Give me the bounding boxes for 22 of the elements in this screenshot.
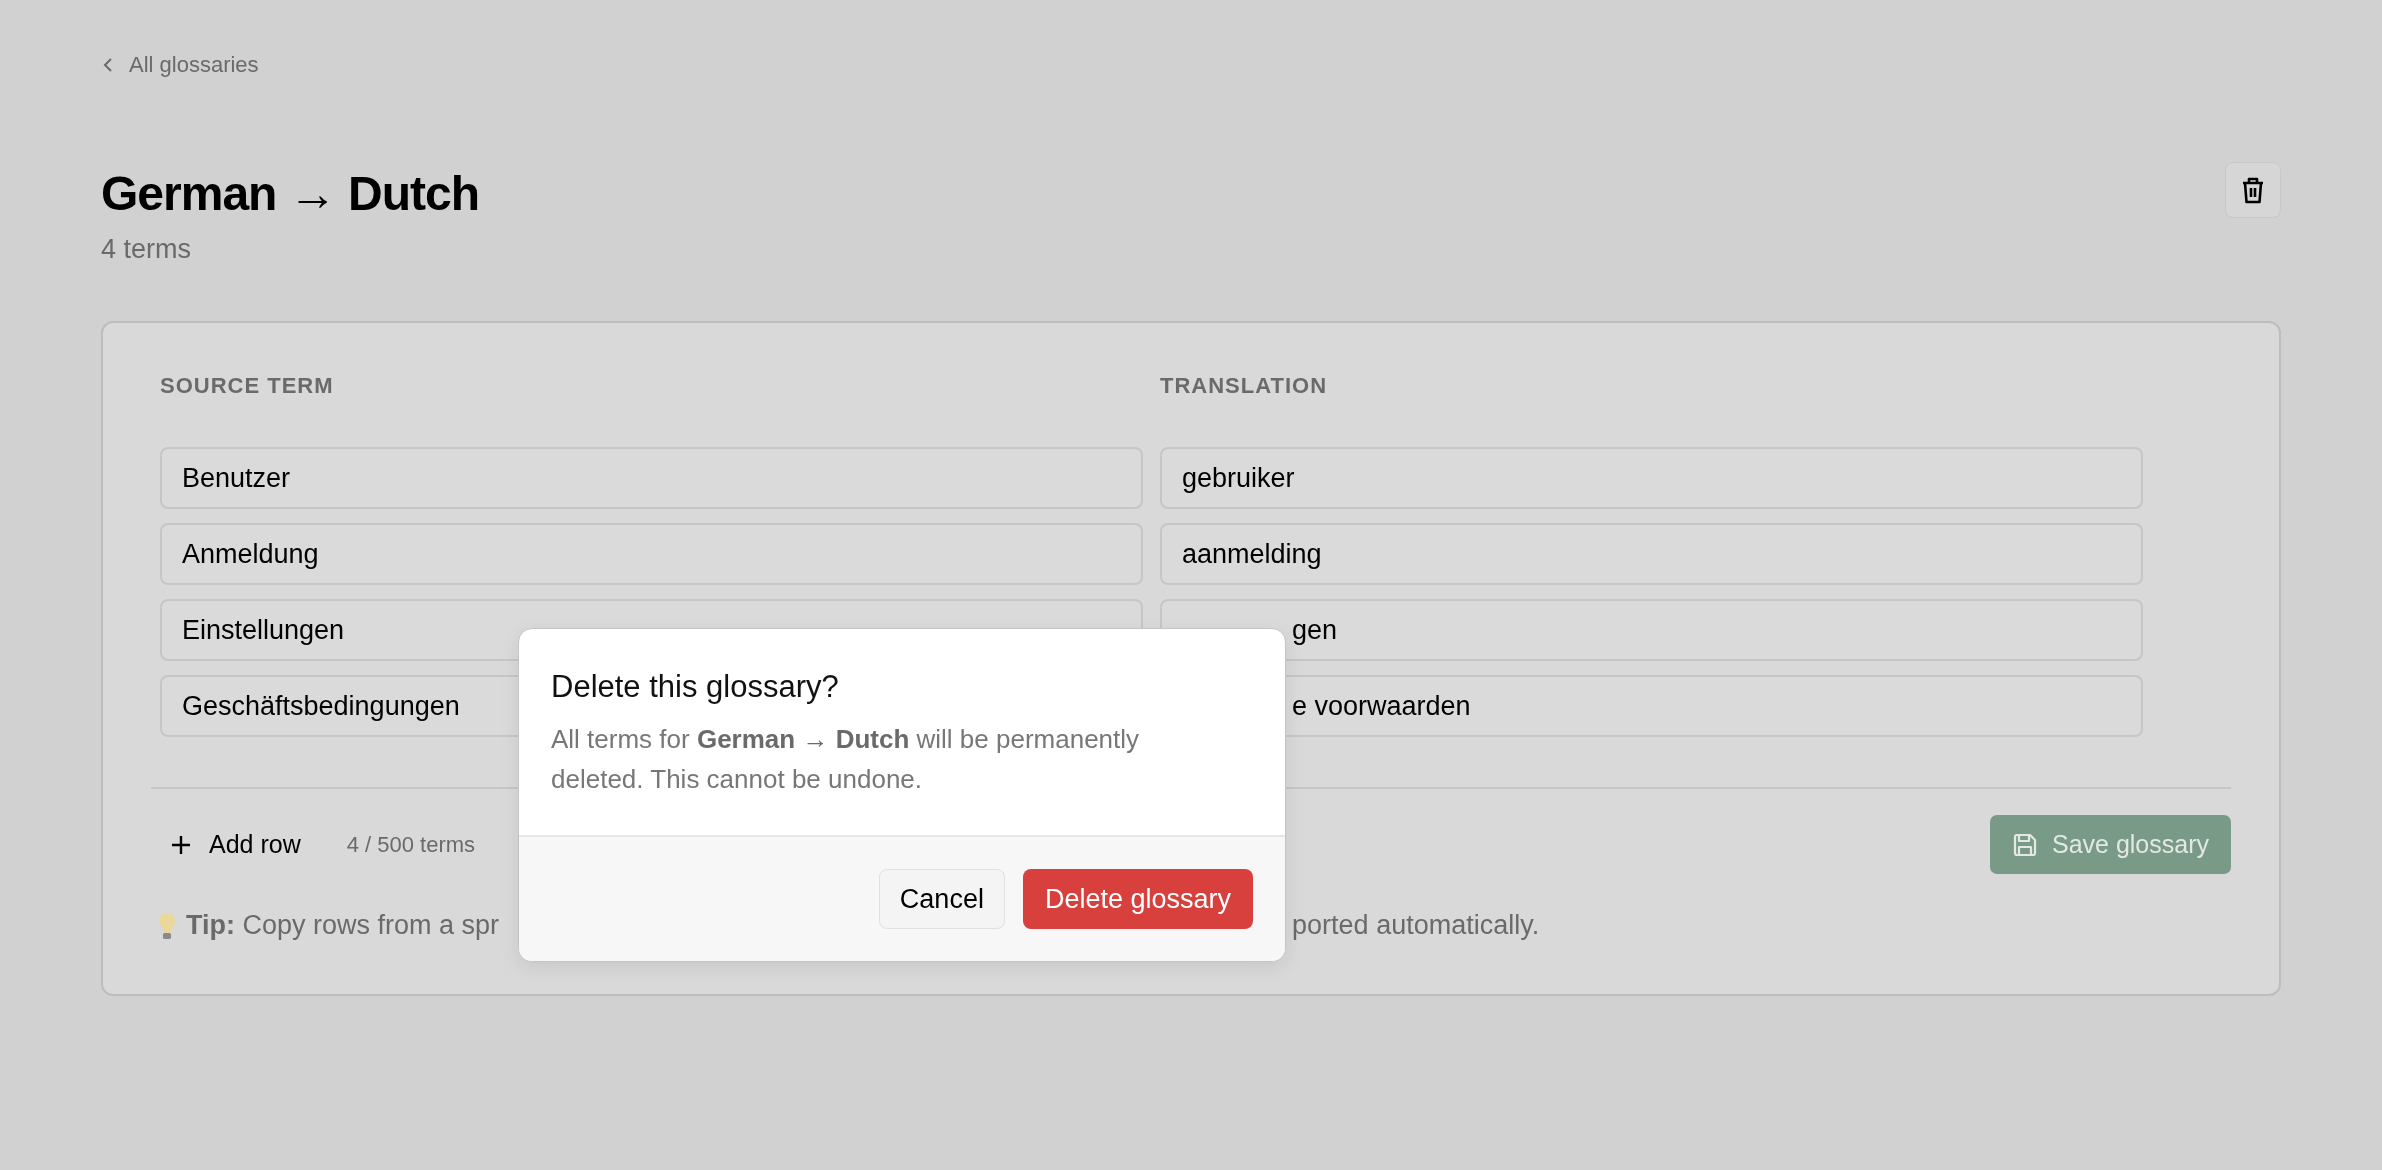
- lightbulb-icon: [156, 910, 178, 941]
- dialog-message: All terms for German → Dutch will be permanently deleted. This cannot be undone.: [551, 723, 1141, 796]
- back-link[interactable]: All glossaries: [101, 52, 259, 78]
- cancel-button[interactable]: Cancel: [878, 869, 1005, 929]
- tip-text: Tip: Copy rows from a spr: [186, 910, 500, 941]
- plus-icon: [171, 834, 191, 855]
- tip-text: ported automatically.: [1292, 910, 1540, 941]
- dialog-title: Delete this glossary?: [551, 668, 840, 706]
- delete-button[interactable]: [2225, 162, 2281, 218]
- delete-glossary-button[interactable]: Delete glossary: [1022, 869, 1253, 929]
- source-term-field[interactable]: Anmeldung: [160, 523, 1143, 585]
- term-count: 4 terms: [101, 234, 193, 265]
- translation-field[interactable]: gen: [1160, 599, 2143, 661]
- term-counter: 4 / 500 terms: [346, 831, 476, 858]
- source-term-field[interactable]: Benutzer: [160, 447, 1143, 509]
- column-header: SOURCE TERM: [160, 373, 335, 399]
- column-header: TRANSLATION: [1160, 373, 1329, 399]
- translation-field[interactable]: gebruiker: [1160, 447, 2143, 509]
- translation-field[interactable]: aanmelding: [1160, 523, 2143, 585]
- chevron-left-icon: [101, 57, 115, 73]
- add-row-button[interactable]: Add row: [171, 830, 301, 859]
- page-title: German → Dutch: [101, 166, 480, 222]
